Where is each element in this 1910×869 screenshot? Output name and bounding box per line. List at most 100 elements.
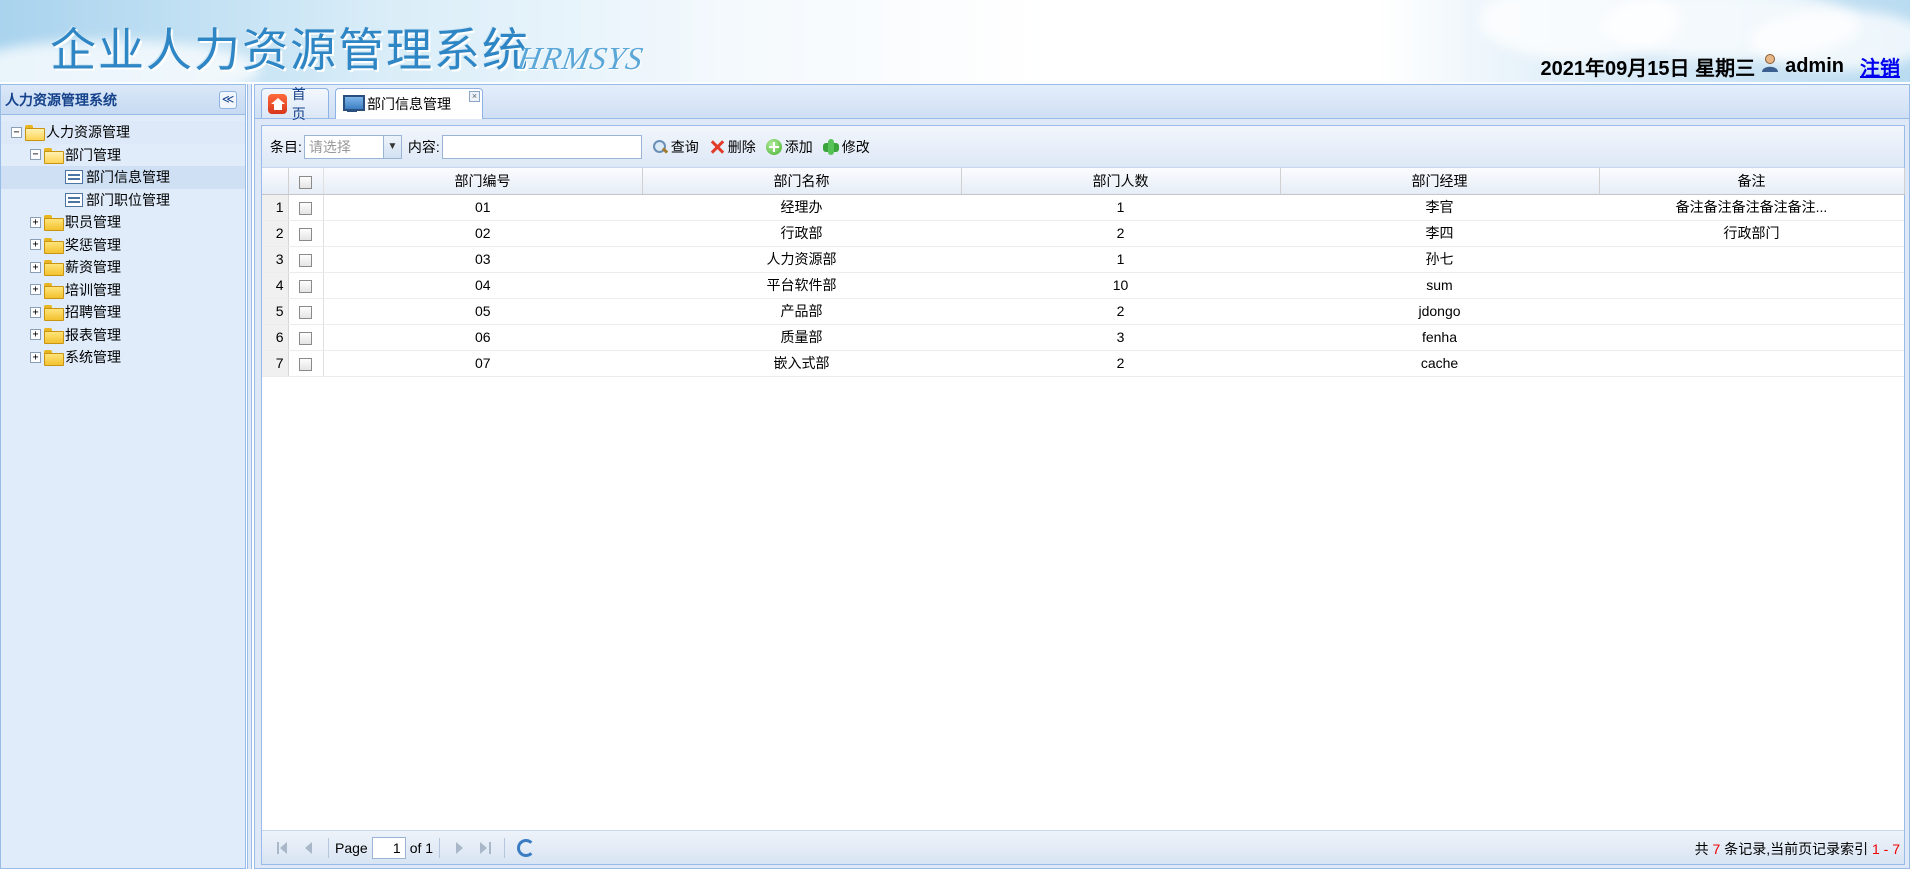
dept-grid-panel: 条目: 请选择 ▼ 内容: 查询 删除 添加 修改 部门编号 部门名称 部门人数… [261, 125, 1905, 865]
tree-node-label: 培训管理 [65, 281, 121, 298]
page-number-input[interactable] [371, 836, 406, 859]
row-checkbox[interactable] [299, 357, 312, 371]
field-select[interactable]: 请选择 ▼ [303, 134, 402, 159]
tab-home[interactable]: 首页 [261, 86, 329, 122]
tree-node-dept-management[interactable]: − 部门管理 [1, 144, 245, 167]
row-checkbox[interactable] [299, 279, 312, 293]
page-icon [65, 192, 83, 207]
tree-node-salary[interactable]: + 薪资管理 [1, 256, 245, 279]
grid-pager: Page of 1 共 7 条记录,当前页记录索引 1 - 7 [262, 830, 1904, 864]
tree-node-dept-info[interactable]: 部门信息管理 [1, 166, 245, 189]
table-row[interactable]: 1 01 经理办 1 李官 备注备注备注备注备注... [262, 194, 1904, 221]
row-checkbox-cell[interactable] [288, 220, 324, 247]
next-page-icon[interactable] [450, 839, 468, 857]
row-number: 2 [262, 220, 289, 247]
table-row[interactable]: 6 06 质量部 3 fenha [262, 324, 1904, 351]
column-header-dept-count[interactable]: 部门人数 [961, 168, 1281, 195]
cell-dept-name: 经理办 [642, 194, 961, 221]
search-content-input[interactable] [441, 134, 642, 159]
tree-node-rewards[interactable]: + 奖惩管理 [1, 234, 245, 257]
row-checkbox[interactable] [299, 331, 312, 345]
pager-info-prefix: 共 [1694, 841, 1709, 857]
row-checkbox-cell[interactable] [288, 246, 324, 273]
row-checkbox-cell[interactable] [288, 324, 324, 351]
tree-node-label: 报表管理 [65, 326, 121, 343]
prev-page-icon[interactable] [300, 839, 318, 857]
collapse-icon[interactable]: − [11, 126, 22, 138]
cell-dept-name: 产品部 [642, 298, 961, 325]
row-checkbox[interactable] [299, 227, 312, 241]
cell-dept-id: 01 [323, 194, 642, 221]
table-row[interactable]: 3 03 人力资源部 1 孙七 [262, 246, 1904, 273]
tree-node-reports[interactable]: + 报表管理 [1, 324, 245, 347]
table-row[interactable]: 4 04 平台软件部 10 sum [262, 272, 1904, 299]
content-label: 内容: [407, 138, 440, 155]
page-label: Page [335, 839, 368, 856]
folder-icon [44, 237, 64, 254]
edit-icon [822, 138, 839, 155]
column-header-dept-name[interactable]: 部门名称 [642, 168, 962, 195]
folder-icon [44, 305, 64, 322]
expand-icon[interactable]: + [30, 329, 41, 341]
panel-splitter[interactable] [247, 84, 252, 869]
chevron-down-icon[interactable]: ▼ [382, 135, 401, 158]
column-header-dept-id[interactable]: 部门编号 [323, 168, 643, 195]
cell-dept-manager: sum [1280, 272, 1599, 299]
collapse-panel-icon[interactable]: ≪ [219, 91, 237, 109]
column-header-note[interactable]: 备注 [1599, 168, 1905, 195]
row-checkbox-cell[interactable] [288, 350, 324, 377]
cell-dept-manager: fenha [1280, 324, 1599, 351]
expand-icon[interactable]: + [30, 216, 41, 228]
logout-link[interactable]: 注销 [1860, 52, 1900, 81]
close-tab-icon[interactable]: × [469, 91, 480, 102]
tree-node-staff[interactable]: + 职员管理 [1, 211, 245, 234]
pager-record-range: 1 - 7 [1871, 841, 1900, 857]
cell-dept-manager: jdongo [1280, 298, 1599, 325]
header-userbar: 2021年09月15日 星期三 admin 注销 [1541, 52, 1900, 81]
table-row[interactable]: 5 05 产品部 2 jdongo [262, 298, 1904, 325]
row-checkbox[interactable] [299, 305, 312, 319]
cell-note: 行政部门 [1599, 220, 1904, 247]
tree-node-training[interactable]: + 培训管理 [1, 279, 245, 302]
collapse-icon[interactable]: − [30, 149, 41, 161]
tab-label: 部门信息管理 [367, 96, 451, 112]
delete-button[interactable]: 删除 [709, 137, 756, 157]
tab-label: 首页 [291, 85, 306, 122]
edit-button[interactable]: 修改 [822, 137, 870, 157]
expand-icon[interactable]: + [30, 351, 41, 363]
row-number: 1 [262, 194, 289, 221]
row-number: 7 [262, 350, 289, 377]
row-checkbox-cell[interactable] [288, 272, 324, 299]
cell-dept-count: 2 [961, 220, 1280, 247]
expand-icon[interactable]: + [30, 261, 41, 273]
cell-dept-id: 05 [323, 298, 642, 325]
expand-icon[interactable]: + [30, 239, 41, 251]
delete-button-label: 删除 [727, 138, 756, 155]
add-button[interactable]: 添加 [765, 137, 813, 157]
cell-dept-count: 2 [961, 298, 1280, 325]
row-checkbox[interactable] [299, 253, 312, 267]
last-page-icon[interactable] [476, 839, 494, 857]
select-all-checkbox-cell[interactable] [288, 168, 324, 195]
expand-icon[interactable]: + [30, 284, 41, 296]
refresh-icon[interactable] [517, 838, 536, 857]
row-checkbox[interactable] [299, 201, 312, 215]
column-header-dept-manager[interactable]: 部门经理 [1280, 168, 1600, 195]
table-row[interactable]: 2 02 行政部 2 李四 行政部门 [262, 220, 1904, 247]
tab-dept-info[interactable]: 部门信息管理 × [335, 88, 483, 119]
table-row[interactable]: 7 07 嵌入式部 2 cache [262, 350, 1904, 377]
search-button[interactable]: 查询 [652, 137, 699, 157]
select-all-checkbox[interactable] [299, 175, 312, 189]
tree-node-label: 奖惩管理 [65, 236, 121, 253]
expand-icon[interactable]: + [30, 306, 41, 318]
tree-node-system[interactable]: + 系统管理 [1, 346, 245, 369]
tree-node-dept-position[interactable]: 部门职位管理 [1, 189, 245, 212]
field-label: 条目: [270, 138, 302, 155]
tree-node-hr-management[interactable]: − 人力资源管理 [1, 121, 245, 144]
first-page-icon[interactable] [274, 839, 292, 857]
tree-node-recruiting[interactable]: + 招聘管理 [1, 301, 245, 324]
nav-panel-title: 人力资源管理系统 [1, 85, 245, 115]
cell-dept-id: 04 [323, 272, 642, 299]
row-checkbox-cell[interactable] [288, 194, 324, 221]
row-checkbox-cell[interactable] [288, 298, 324, 325]
